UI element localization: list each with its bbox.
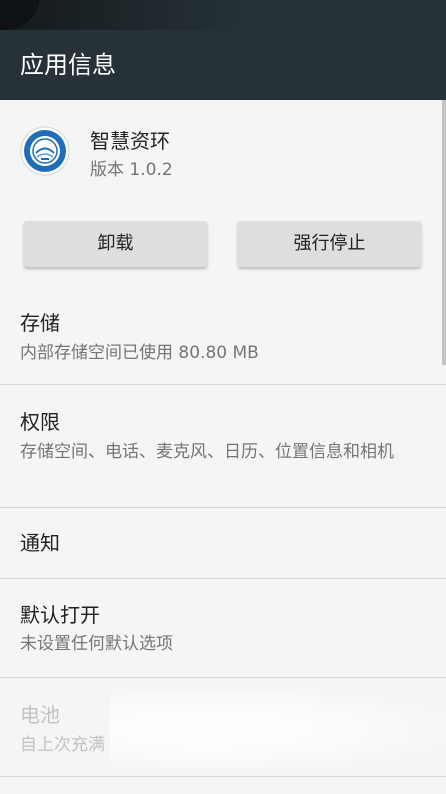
divider — [0, 776, 446, 777]
blur-overlay — [110, 690, 446, 770]
force-stop-button[interactable]: 强行停止 — [238, 221, 421, 267]
row-title: 默认打开 — [20, 603, 100, 627]
storage-row[interactable]: 存储 内部存储空间已使用 80.80 MB — [0, 296, 446, 384]
app-name: 智慧资环 — [90, 129, 170, 153]
row-title: 存储 — [20, 311, 60, 335]
uninstall-button[interactable]: 卸载 — [24, 221, 207, 267]
row-subtitle: 未设置任何默认选项 — [20, 634, 173, 654]
permissions-row[interactable]: 权限 存储空间、电话、麦克风、日历、位置信息和相机 — [0, 385, 446, 507]
row-title: 通知 — [20, 531, 60, 555]
page-title: 应用信息 — [20, 51, 116, 79]
row-title: 权限 — [20, 410, 60, 434]
row-subtitle: 内部存储空间已使用 80.80 MB — [20, 343, 259, 363]
status-bar — [0, 0, 446, 30]
university-logo-icon — [20, 126, 70, 176]
open-by-default-row[interactable]: 默认打开 未设置任何默认选项 — [0, 579, 446, 677]
row-subtitle: 存储空间、电话、麦克风、日历、位置信息和相机 — [20, 442, 394, 462]
app-version: 版本 1.0.2 — [90, 160, 173, 180]
toolbar: 应用信息 — [0, 0, 446, 100]
row-title: 电池 — [20, 703, 60, 727]
scrollbar[interactable] — [442, 100, 446, 365]
notifications-row[interactable]: 通知 — [0, 508, 446, 578]
app-header: 智慧资环 版本 1.0.2 — [0, 100, 446, 210]
